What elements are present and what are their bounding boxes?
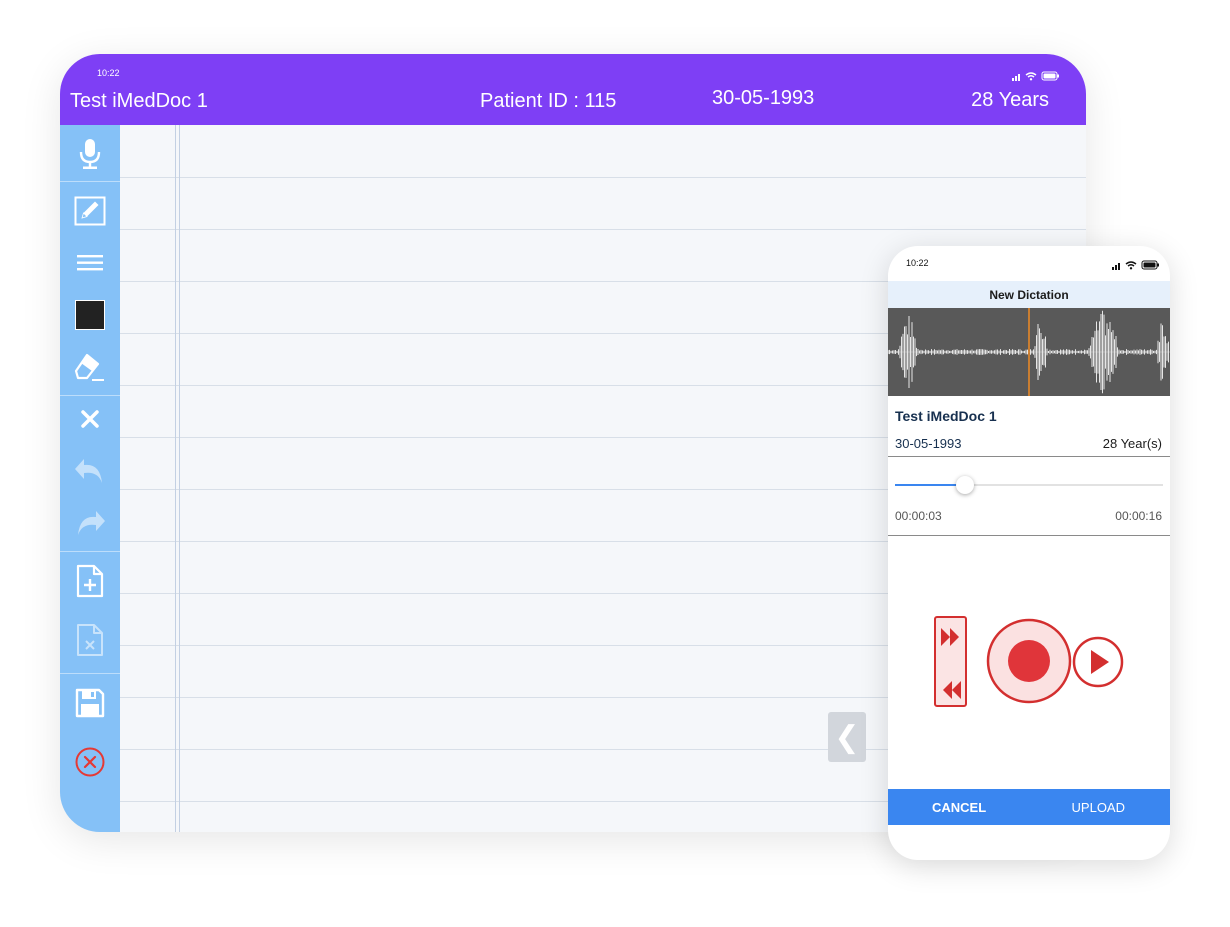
- fast-forward-icon[interactable]: [939, 625, 963, 649]
- microphone-button[interactable]: [60, 129, 120, 179]
- phone-frame: 10:22 New Dictation Test iMedDoc 1 30-05…: [888, 246, 1170, 860]
- elapsed-time: 00:00:03: [895, 509, 942, 523]
- dictation-title-bar: New Dictation: [888, 281, 1170, 308]
- dictation-title: New Dictation: [989, 287, 1069, 302]
- phone-status-time: 10:22: [906, 258, 929, 268]
- play-button[interactable]: [1072, 636, 1124, 688]
- redo-button[interactable]: [60, 498, 120, 548]
- upload-button[interactable]: UPLOAD: [1072, 800, 1125, 815]
- redo-icon: [78, 511, 105, 535]
- add-page-icon: [76, 564, 104, 598]
- drawing-toolbar: [60, 125, 120, 832]
- total-time: 00:00:16: [1115, 509, 1162, 523]
- playback-slider-fill: [895, 484, 965, 486]
- tablet-patient-age: 28 Years: [971, 89, 1049, 111]
- save-icon: [75, 688, 105, 718]
- playback-slider[interactable]: [895, 476, 1163, 494]
- phone-status-icons: [1112, 260, 1159, 270]
- clear-button[interactable]: [60, 394, 120, 444]
- chevron-left-icon: ❮: [834, 720, 860, 754]
- phone-patient-name: Test iMedDoc 1: [895, 408, 997, 424]
- divider: [888, 535, 1170, 536]
- rewind-icon[interactable]: [939, 678, 963, 702]
- tablet-status-icons: [1012, 71, 1059, 81]
- tablet-patient-dob: 30-05-1993: [712, 87, 815, 109]
- undo-button[interactable]: [60, 446, 120, 496]
- margin-line: [175, 125, 176, 832]
- microphone-icon: [79, 139, 101, 169]
- divider: [888, 456, 1170, 457]
- close-circle-icon: [75, 747, 105, 777]
- close-button[interactable]: [60, 737, 120, 787]
- tablet-patient-name: Test iMedDoc 1: [70, 90, 208, 112]
- record-button[interactable]: [986, 618, 1072, 704]
- tablet-header: 10:22 Test iMedDoc 1 Patient ID : 115 30…: [60, 54, 1086, 125]
- tablet-patient-id: Patient ID : 115: [480, 90, 617, 112]
- add-page-button[interactable]: [60, 556, 120, 606]
- cancel-button[interactable]: CANCEL: [932, 800, 986, 815]
- eraser-button[interactable]: [60, 342, 120, 392]
- tablet-status-time: 10:22: [97, 68, 120, 78]
- save-button[interactable]: [60, 678, 120, 728]
- dictation-action-bar: CANCEL UPLOAD: [888, 789, 1170, 825]
- eraser-icon: [74, 353, 104, 381]
- line-weight-button[interactable]: [60, 238, 120, 288]
- pencil-icon: [74, 196, 106, 226]
- phone-patient-age: 28 Year(s): [1102, 436, 1162, 451]
- collapse-panel-button[interactable]: ❮: [828, 712, 866, 762]
- audio-waveform[interactable]: [888, 308, 1170, 396]
- delete-page-icon: [77, 624, 103, 656]
- record-icon: [1008, 640, 1050, 682]
- margin-line: [179, 125, 180, 832]
- seek-controls: [934, 616, 967, 707]
- color-picker-button[interactable]: [60, 290, 120, 340]
- pencil-button[interactable]: [60, 186, 120, 236]
- phone-patient-dob: 30-05-1993: [895, 436, 962, 451]
- clear-icon: [81, 410, 99, 428]
- playback-slider-thumb[interactable]: [955, 476, 974, 494]
- undo-icon: [75, 459, 102, 483]
- delete-page-button[interactable]: [60, 615, 120, 665]
- line-weight-icon: [77, 255, 103, 271]
- color-swatch-icon: [75, 300, 105, 330]
